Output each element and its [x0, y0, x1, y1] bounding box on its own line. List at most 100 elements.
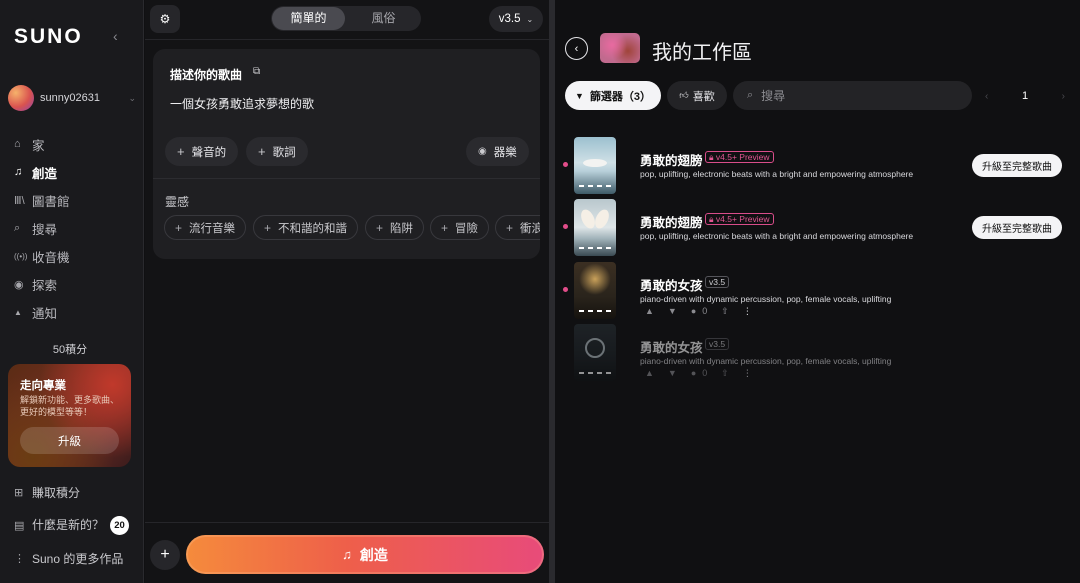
song-cover[interactable]	[574, 262, 616, 319]
create-panel: ⚙ 簡單的 風俗 v3.5 ⌄ 描述你的歌曲 ⧉ 一個女孩勇敢追求夢想的歌 + …	[145, 0, 549, 583]
sidebar-item-explore[interactable]: ◉ 探索	[14, 270, 134, 298]
more-vertical-icon: ⋮	[14, 552, 25, 565]
tab-custom[interactable]: 風俗	[347, 7, 420, 30]
thumbs-down-icon[interactable]: ▼	[668, 368, 677, 378]
more-options-icon[interactable]: ⋮	[743, 368, 752, 379]
chip-label: 冒險	[455, 222, 479, 235]
inspiration-chip[interactable]: + 不和諧的和諧	[253, 215, 359, 240]
chip-label: 衝浪	[520, 222, 540, 235]
model-version-select[interactable]: v3.5 ⌄	[489, 6, 543, 32]
page-number: 1	[1021, 90, 1029, 102]
chevron-down-icon: ⌄	[526, 14, 534, 24]
plus-icon: +	[264, 220, 272, 235]
version-label: v4.5+ Preview	[715, 214, 770, 224]
inspiration-chip[interactable]: + 陷阱	[365, 215, 425, 240]
new-indicator	[563, 287, 568, 292]
bell-icon: ▲	[14, 307, 22, 317]
song-row[interactable]: 勇敢的翅膀 🔒︎ v4.5+ Preview pop, uplifting, e…	[555, 199, 1080, 261]
tab-simple[interactable]: 簡單的	[272, 7, 345, 30]
chip-label: 器樂	[493, 146, 517, 159]
more-from-suno-link[interactable]: ⋮ Suno 的更多作品	[14, 547, 140, 569]
song-row[interactable]: 勇敢的女孩 v3.5 piano-driven with dynamic per…	[555, 262, 1080, 324]
share-icon[interactable]: ⇧	[721, 368, 729, 379]
inspiration-chip[interactable]: + 衝浪	[495, 215, 540, 240]
version-label: v4.5+ Preview	[715, 152, 770, 162]
song-title[interactable]: 勇敢的女孩	[640, 275, 703, 294]
chip-label: 陷阱	[390, 222, 414, 235]
add-button[interactable]: +	[150, 540, 180, 570]
home-icon: ⌂	[14, 138, 21, 150]
add-lyrics-button[interactable]: + 歌詞	[246, 137, 308, 166]
avatar	[8, 85, 34, 111]
comment-icon[interactable]: ●	[691, 368, 696, 378]
dice-icon[interactable]: ⧉	[253, 66, 260, 77]
sidebar-item-notifications[interactable]: ▲ 通知	[14, 298, 134, 326]
chevron-left-icon[interactable]: ‹	[985, 91, 988, 102]
inspiration-chip[interactable]: + 流行音樂	[164, 215, 247, 240]
song-row[interactable]: 勇敢的女孩 v3.5 piano-driven with dynamic per…	[555, 324, 1080, 386]
comment-count: 0	[702, 368, 708, 378]
inspiration-chip[interactable]: + 冒險	[430, 215, 490, 240]
upgrade-button[interactable]: 升級	[20, 427, 119, 454]
music-note-icon: ♫	[14, 166, 23, 178]
music-note-icon: ♫	[342, 547, 352, 562]
sidebar-item-home[interactable]: ⌂ 家	[14, 130, 134, 158]
share-icon[interactable]: ⇧	[721, 306, 729, 317]
add-audio-button[interactable]: + 聲音的	[165, 137, 239, 166]
upgrade-full-song-button[interactable]: 升級至完整歌曲	[972, 216, 1062, 239]
thumbs-down-icon[interactable]: ▼	[668, 306, 677, 316]
sidebar-item-library[interactable]: Ⅲ\ 圖書館	[14, 186, 134, 214]
song-title[interactable]: 勇敢的女孩	[640, 337, 703, 356]
suno-logo[interactable]: SUNO	[14, 25, 83, 49]
gear-icon: ⚙	[159, 12, 171, 26]
plus-icon: +	[160, 546, 170, 563]
sidebar-nav: ⌂ 家 ♫ 創造 Ⅲ\ 圖書館 ⌕ 搜尋 ((•)) 收音機 ◉ 探索 ▲ 通知	[14, 130, 134, 326]
whats-new-badge: 20	[110, 515, 129, 535]
create-button-label: 創造	[359, 546, 388, 563]
song-row[interactable]: 勇敢的翅膀 🔒︎ v4.5+ Preview pop, uplifting, e…	[555, 137, 1080, 199]
song-title[interactable]: 勇敢的翅膀	[640, 212, 703, 231]
chevron-down-icon: ⌄	[128, 92, 136, 103]
workspace-panel: ‹ 我的工作區 ▼ 篩選器（3） 👍︎ 喜歡 ⌕ ‹ 1 › 勇敢的翅膀	[555, 0, 1080, 583]
sidebar-item-radio[interactable]: ((•)) 收音機	[14, 242, 134, 270]
sidebar-item-create[interactable]: ♫ 創造	[14, 158, 134, 186]
filter-button[interactable]: ▼ 篩選器（3）	[565, 81, 661, 110]
upgrade-full-song-button[interactable]: 升級至完整歌曲	[972, 154, 1062, 177]
chip-label: 不和諧的和諧	[278, 222, 348, 235]
song-actions: ▲ ▼ ● 0 ⇧ ⋮	[645, 305, 766, 317]
settings-button[interactable]: ⚙	[150, 5, 180, 33]
back-button[interactable]: ‹	[565, 37, 588, 60]
song-cover[interactable]	[574, 137, 616, 194]
inspiration-chips: + 流行音樂 + 不和諧的和諧 + 陷阱 + 冒險 + 衝浪	[164, 215, 540, 241]
user-menu[interactable]: sunny02631 ⌄	[8, 84, 136, 112]
search-icon: ⌕	[747, 89, 754, 101]
workspace-header: ‹ 我的工作區	[555, 0, 1080, 80]
sidebar-item-label: 收音機	[32, 250, 70, 265]
sidebar-item-search[interactable]: ⌕ 搜尋	[14, 214, 134, 242]
gift-icon: ⊞	[14, 486, 24, 499]
thumbs-up-icon[interactable]: ▲	[645, 368, 654, 378]
comment-icon[interactable]: ●	[691, 306, 696, 316]
collapse-sidebar-icon[interactable]: ‹	[113, 28, 125, 44]
search-input[interactable]	[761, 88, 952, 103]
song-cover[interactable]	[574, 324, 616, 381]
plus-icon: +	[258, 144, 266, 159]
song-title[interactable]: 勇敢的翅膀	[640, 150, 703, 169]
instrumental-toggle[interactable]: ◉ 器樂	[466, 137, 529, 166]
more-options-icon[interactable]: ⋮	[743, 306, 752, 317]
liked-label: 喜歡	[692, 90, 715, 103]
chevron-right-icon[interactable]: ›	[1062, 91, 1065, 102]
create-button[interactable]: ♫ 創造	[186, 535, 544, 574]
thumbs-up-icon: 👍︎	[679, 90, 689, 100]
liked-filter-button[interactable]: 👍︎ 喜歡	[667, 81, 727, 110]
song-description-input[interactable]: 一個女孩勇敢追求夢想的歌	[170, 95, 314, 112]
whats-new-link[interactable]: ▤ 什麼是新的？ 20	[14, 503, 140, 547]
thumbs-up-icon[interactable]: ▲	[645, 306, 654, 316]
song-cover[interactable]	[574, 199, 616, 256]
earn-credits-link[interactable]: ⊞ 賺取積分	[14, 481, 140, 503]
workspace-title: 我的工作區	[652, 42, 752, 64]
waveform	[579, 247, 611, 251]
whats-new-label: 什麼是新的？	[32, 517, 105, 532]
sidebar-item-label: 探索	[32, 278, 58, 293]
radio-icon: ((•))	[14, 251, 28, 261]
